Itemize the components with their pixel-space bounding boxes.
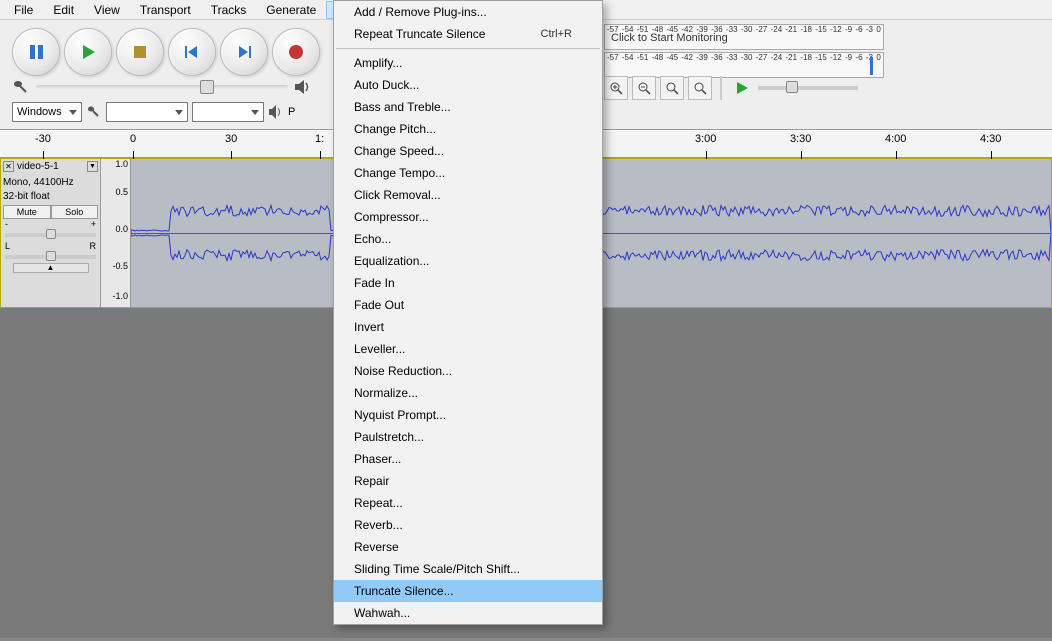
vruler-tick: -0.5 xyxy=(112,261,128,271)
effect-item[interactable]: Phaser... xyxy=(334,448,602,470)
meter-toolbar: -57-54-51-48-45-42-39-36-33-30-27-24-21-… xyxy=(604,24,884,78)
menu-view[interactable]: View xyxy=(84,1,130,19)
track-bitdepth: 32-bit float xyxy=(3,191,98,203)
gain-plus: + xyxy=(91,219,96,229)
menu-transport[interactable]: Transport xyxy=(130,1,201,19)
track-name[interactable]: video-5-1 xyxy=(17,161,59,172)
audio-host-combo[interactable]: Windows xyxy=(12,102,82,122)
effect-item[interactable]: Reverb... xyxy=(334,514,602,536)
track-vruler: 1.0 0.5 0.0 -0.5 -1.0 xyxy=(101,159,131,307)
pan-left: L xyxy=(5,241,10,251)
collapse-button[interactable]: ▲ xyxy=(13,263,89,273)
speaker-icon xyxy=(268,105,284,119)
timeline-tick: 30 xyxy=(225,133,237,145)
menu-generate[interactable]: Generate xyxy=(256,1,326,19)
timeline-tick: 4:30 xyxy=(980,133,1001,145)
zoom-in-button[interactable] xyxy=(604,76,628,100)
gain-minus: - xyxy=(5,219,8,229)
vruler-tick: 1.0 xyxy=(115,159,128,169)
effect-item[interactable]: Repeat... xyxy=(334,492,602,514)
play-button[interactable] xyxy=(64,28,112,76)
stop-button[interactable] xyxy=(116,28,164,76)
timeline-tick: 4:00 xyxy=(885,133,906,145)
playback-speed-slider[interactable] xyxy=(758,86,858,90)
vruler-tick: 0.5 xyxy=(115,187,128,197)
timeline-tick: -30 xyxy=(35,133,51,145)
effect-item[interactable]: Amplify... xyxy=(334,52,602,74)
fit-selection-button[interactable] xyxy=(660,76,684,100)
effect-menu-dropdown[interactable]: Add / Remove Plug-ins...Repeat Truncate … xyxy=(333,0,603,625)
recording-volume-slider[interactable] xyxy=(36,85,288,89)
fit-project-button[interactable] xyxy=(688,76,712,100)
zoom-out-button[interactable] xyxy=(632,76,656,100)
play-at-speed-button[interactable] xyxy=(730,76,754,100)
menu-tracks[interactable]: Tracks xyxy=(201,1,257,19)
menu-edit[interactable]: Edit xyxy=(43,1,84,19)
pan-right: R xyxy=(90,241,97,251)
effect-item[interactable]: Fade Out xyxy=(334,294,602,316)
effect-item[interactable]: Repair xyxy=(334,470,602,492)
solo-button[interactable]: Solo xyxy=(51,205,99,219)
skip-end-button[interactable] xyxy=(220,28,268,76)
effect-item[interactable]: Sliding Time Scale/Pitch Shift... xyxy=(334,558,602,580)
effect-item[interactable]: Add / Remove Plug-ins... xyxy=(334,1,602,23)
recording-slider-row xyxy=(12,78,312,96)
speaker-icon xyxy=(294,80,312,94)
monitor-message[interactable]: Click to Start Monitoring xyxy=(611,32,728,44)
effect-item[interactable]: Auto Duck... xyxy=(334,74,602,96)
effect-item[interactable]: Echo... xyxy=(334,228,602,250)
timeline-tick: 0 xyxy=(130,133,136,145)
mute-button[interactable]: Mute xyxy=(3,205,51,219)
menu-file[interactable]: File xyxy=(4,1,43,19)
track-close-button[interactable]: ✕ xyxy=(3,161,14,172)
rec-channels-combo[interactable] xyxy=(192,102,264,122)
effect-item[interactable]: Change Speed... xyxy=(334,140,602,162)
effect-item[interactable]: Reverse xyxy=(334,536,602,558)
effect-item[interactable]: Noise Reduction... xyxy=(334,360,602,382)
gain-slider[interactable] xyxy=(5,233,96,237)
effect-item[interactable]: Equalization... xyxy=(334,250,602,272)
effect-item[interactable]: Normalize... xyxy=(334,382,602,404)
effect-item[interactable]: Change Tempo... xyxy=(334,162,602,184)
effect-item[interactable]: Wahwah... xyxy=(334,602,602,624)
record-meter[interactable]: -57-54-51-48-45-42-39-36-33-30-27-24-21-… xyxy=(604,24,884,50)
track-control-panel[interactable]: ✕ video-5-1 ▼ Mono, 44100Hz 32-bit float… xyxy=(1,159,101,307)
effect-item[interactable]: Paulstretch... xyxy=(334,426,602,448)
track-menu-button[interactable]: ▼ xyxy=(87,161,98,172)
effect-item[interactable]: Fade In xyxy=(334,272,602,294)
effect-item[interactable]: Nyquist Prompt... xyxy=(334,404,602,426)
rec-device-combo[interactable] xyxy=(106,102,188,122)
device-toolbar: Windows P xyxy=(12,102,295,122)
mic-icon xyxy=(12,78,30,96)
effect-item[interactable]: Bass and Treble... xyxy=(334,96,602,118)
track-format: Mono, 44100Hz xyxy=(3,177,98,189)
pan-slider[interactable] xyxy=(5,255,96,259)
extra-tools xyxy=(604,76,858,100)
effect-item[interactable]: Leveller... xyxy=(334,338,602,360)
effect-item[interactable]: Click Removal... xyxy=(334,184,602,206)
effect-item[interactable]: Repeat Truncate SilenceCtrl+R xyxy=(334,23,602,45)
timeline-tick: 3:30 xyxy=(790,133,811,145)
timeline-tick: 3:00 xyxy=(695,133,716,145)
effect-item[interactable]: Invert xyxy=(334,316,602,338)
play-meter[interactable]: -57-54-51-48-45-42-39-36-33-30-27-24-21-… xyxy=(604,52,884,78)
pause-button[interactable] xyxy=(12,28,60,76)
skip-start-button[interactable] xyxy=(168,28,216,76)
vruler-tick: 0.0 xyxy=(115,224,128,234)
vruler-tick: -1.0 xyxy=(112,291,128,301)
record-button[interactable] xyxy=(272,28,320,76)
effect-item[interactable]: Change Pitch... xyxy=(334,118,602,140)
timeline-tick: 1: xyxy=(315,133,324,145)
play-device-label: P xyxy=(288,106,295,118)
transport-controls xyxy=(12,28,320,76)
effect-item[interactable]: Truncate Silence... xyxy=(334,580,602,602)
effect-item[interactable]: Compressor... xyxy=(334,206,602,228)
mic-icon xyxy=(86,104,102,120)
